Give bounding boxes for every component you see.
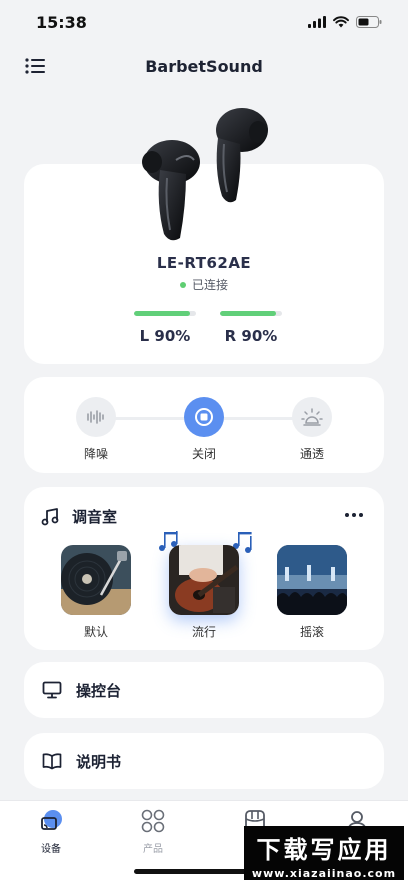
tab-products-label: 产品 [143,844,163,855]
vinyl-record-icon [61,545,131,615]
mode-off-button[interactable] [184,397,224,437]
menu-icon[interactable] [24,56,48,76]
watermark: 下载写应用 www.xiazaiinao.com [244,826,404,880]
sound-studio-title: 调音室 [72,508,118,526]
wifi-icon [333,16,349,28]
preset-rock-label: 摇滚 [299,625,324,639]
guitar-icon [169,545,239,615]
nav-bar: BarbetSound [0,44,408,88]
stop-icon [195,408,213,426]
manual-label: 说明书 [76,752,122,771]
connection-status-text: 已连接 [191,278,228,292]
monitor-icon [42,681,62,699]
device-name: LE-RT62AE [156,254,252,272]
mode-noise-cancel[interactable]: 降噪 [56,397,136,462]
manual-row[interactable]: 说明书 [24,733,384,789]
mode-noise-cancel-button[interactable] [76,397,116,437]
right-battery-text: R 90% [224,327,278,345]
console-row[interactable]: 操控台 [24,662,384,718]
preset-rock[interactable]: 摇滚 [277,545,347,640]
music-note-icon [41,507,59,525]
mode-off[interactable]: 关闭 [164,397,244,462]
left-battery-bar [134,311,196,316]
waveform-icon [87,410,104,424]
mode-off-label: 关闭 [191,447,216,461]
signal-icon [308,16,326,28]
preset-pop-image[interactable] [169,545,239,615]
status-bar: 15:38 [0,0,408,44]
sun-icon [301,408,323,426]
preset-pop[interactable]: 流行 [169,545,239,640]
grid-icon [141,809,165,833]
preset-pop-label: 流行 [191,625,216,639]
mode-noise-cancel-label: 降噪 [83,447,108,461]
connection-status: 已连接 [0,276,408,293]
left-battery: L 90% [134,311,196,345]
tab-device[interactable]: 设备 [21,808,81,855]
connected-dot-icon [179,281,186,288]
preset-rock-image[interactable] [277,545,347,615]
preset-default-image[interactable] [61,545,131,615]
status-icons [308,16,382,28]
battery-icon [356,16,382,28]
right-battery: R 90% [220,311,282,345]
mode-transparency-button[interactable] [292,397,332,437]
left-battery-text: L 90% [139,327,191,345]
watermark-url: www.xiazaiinao.com [251,867,397,880]
concert-icon [277,545,347,615]
preset-default[interactable]: 默认 [61,545,131,640]
console-label: 操控台 [76,681,122,700]
watermark-title: 下载写应用 [256,836,392,864]
right-battery-bar [220,311,282,316]
tab-products[interactable]: 产品 [123,808,183,855]
earbuds-image [142,108,268,241]
preset-default-label: 默认 [83,625,108,639]
book-icon [42,753,62,770]
mode-transparency-label: 通透 [299,447,324,461]
tab-device-label: 设备 [41,844,61,855]
more-icon[interactable] [344,508,364,522]
sound-studio-header: 调音室 [40,506,117,527]
mode-transparency[interactable]: 通透 [272,397,352,462]
device-icon [41,810,62,830]
status-time: 15:38 [36,12,87,32]
page-title: BarbetSound [145,56,263,76]
